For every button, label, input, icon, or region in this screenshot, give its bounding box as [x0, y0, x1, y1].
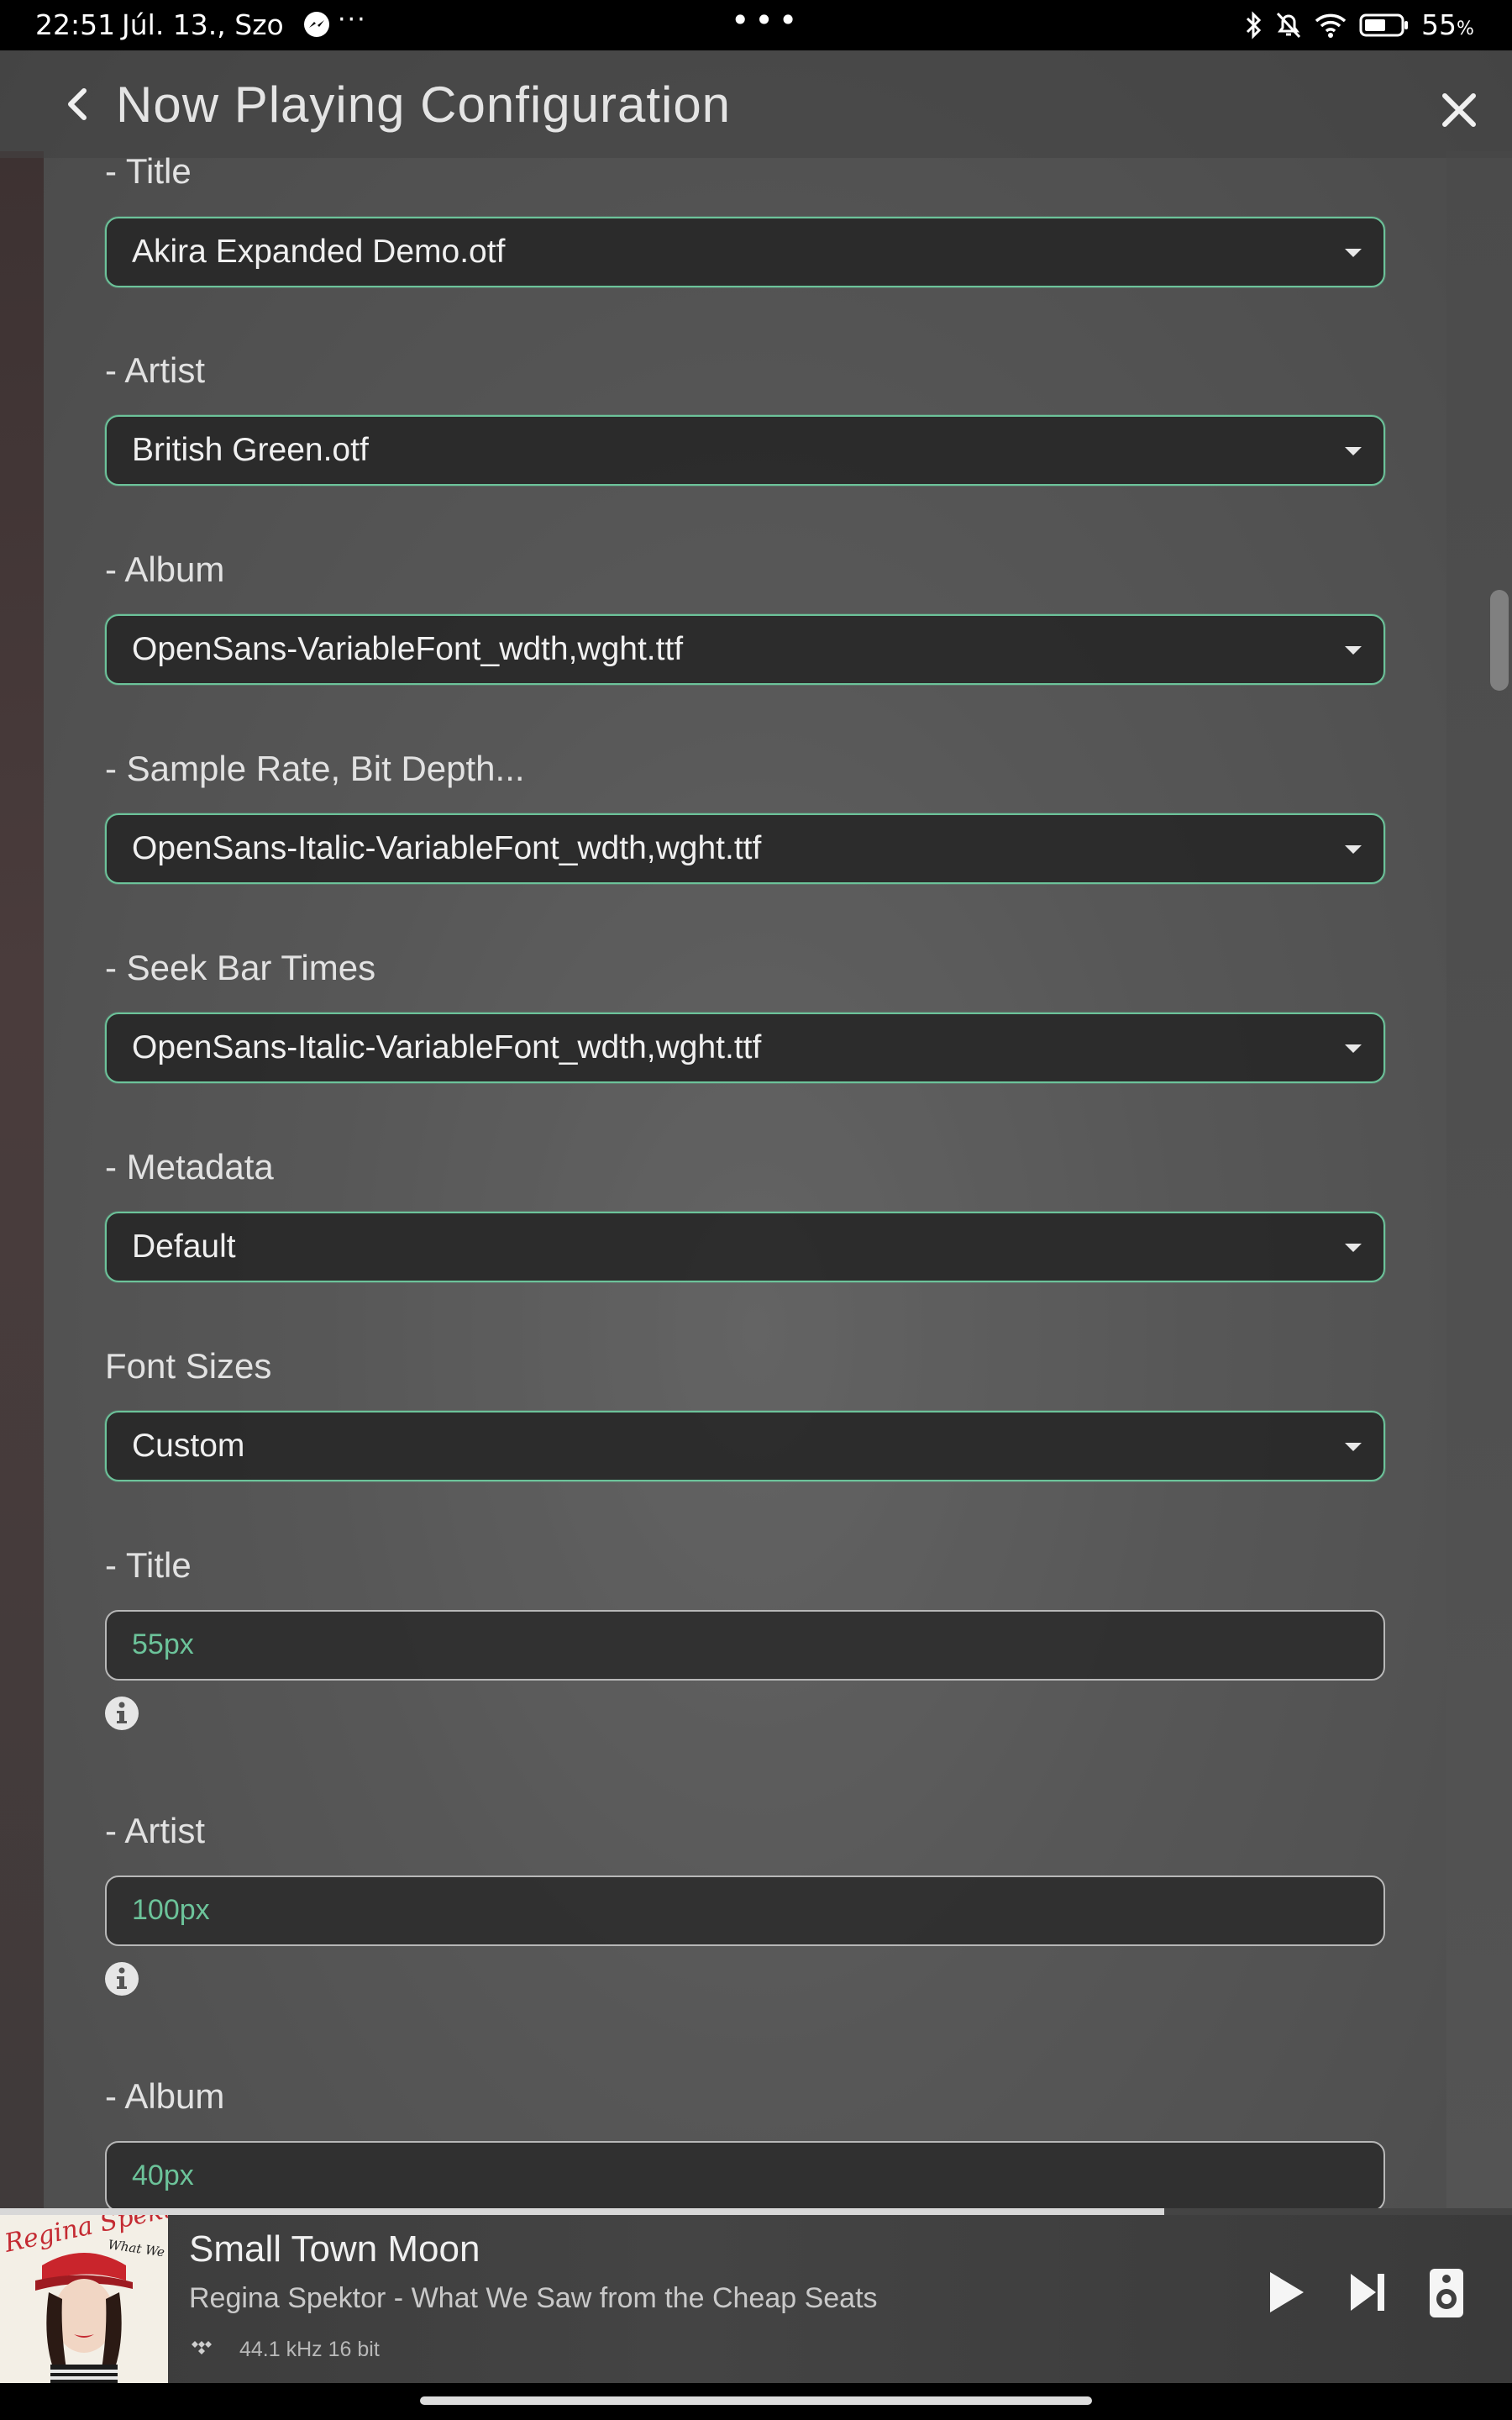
chevron-down-icon: [1345, 646, 1362, 655]
more-notifications-icon: ···: [338, 5, 367, 34]
artist-size-input[interactable]: 100px: [105, 1876, 1385, 1946]
album-size-label: - Album: [105, 2076, 225, 2116]
album-font-label: - Album: [105, 550, 225, 589]
close-icon[interactable]: [1438, 89, 1480, 131]
audio-quality: 44.1 kHz 16 bit: [239, 2338, 380, 2361]
artist-font-select[interactable]: British Green.otf: [105, 415, 1385, 486]
background-left-edge: [0, 151, 44, 2252]
input-value: 100px: [132, 1894, 210, 1926]
tidal-icon: [192, 2341, 212, 2354]
home-indicator[interactable]: [420, 2396, 1092, 2405]
playback-progress-bar[interactable]: [0, 2208, 1512, 2215]
multitasking-dots-icon[interactable]: •••: [731, 2, 802, 39]
select-value: OpenSans-VariableFont_wdth,wght.ttf: [132, 631, 684, 667]
input-value: 40px: [132, 2160, 194, 2191]
sample-rate-font-select[interactable]: OpenSans-Italic-VariableFont_wdth,wght.t…: [105, 813, 1385, 884]
gesture-nav-bar: [0, 2383, 1512, 2420]
speaker-icon[interactable]: [1421, 2265, 1472, 2319]
battery-percent: 55%: [1421, 8, 1474, 41]
status-bar: 22:51 Júl. 13., Szo ··· ••• 55%: [0, 0, 1512, 50]
album-font-select[interactable]: OpenSans-VariableFont_wdth,wght.ttf: [105, 614, 1385, 685]
font-sizes-label: Font Sizes: [105, 1346, 272, 1386]
font-sizes-select[interactable]: Custom: [105, 1411, 1385, 1481]
title-size-label: - Title: [105, 1545, 192, 1585]
chevron-down-icon: [1345, 1244, 1362, 1252]
title-font-label: - Title: [105, 151, 192, 191]
bell-muted-icon: [1276, 12, 1301, 39]
now-playing-bar[interactable]: Regina Spektor What We Saw from the Chea…: [0, 2215, 1512, 2383]
select-value: OpenSans-Italic-VariableFont_wdth,wght.t…: [132, 830, 762, 866]
select-value: OpenSans-Italic-VariableFont_wdth,wght.t…: [132, 1029, 762, 1065]
wifi-icon: [1315, 13, 1347, 38]
title-font-select[interactable]: Akira Expanded Demo.otf: [105, 217, 1385, 287]
album-art-image: Regina Spektor What We Saw from the Chea…: [0, 2215, 168, 2383]
bluetooth-icon: [1246, 11, 1262, 39]
system-icons: [1245, 10, 1410, 40]
dialog-header: Now Playing Configuration: [0, 50, 1512, 158]
background-right-edge: [1446, 151, 1512, 2252]
skip-next-icon[interactable]: [1342, 2265, 1393, 2319]
battery-icon: [1359, 13, 1408, 37]
chevron-down-icon: [1345, 1044, 1362, 1053]
song-title: Small Town Moon: [189, 2228, 480, 2270]
select-value: Custom: [132, 1428, 245, 1464]
vertical-scrollbar[interactable]: [1490, 590, 1509, 691]
page-title: Now Playing Configuration: [116, 76, 732, 133]
album-art[interactable]: Regina Spektor What We Saw from the Chea…: [0, 2215, 168, 2383]
back-chevron-icon[interactable]: [60, 86, 94, 123]
title-size-input[interactable]: 55px: [105, 1610, 1385, 1681]
artist-font-label: - Artist: [105, 350, 206, 390]
select-value: Akira Expanded Demo.otf: [132, 234, 506, 270]
chevron-down-icon: [1345, 1443, 1362, 1451]
artist-album: Regina Spektor - What We Saw from the Ch…: [189, 2282, 878, 2314]
album-size-input[interactable]: 40px: [105, 2141, 1385, 2212]
metadata-font-label: - Metadata: [105, 1147, 274, 1186]
info-icon[interactable]: [104, 1961, 139, 1996]
seek-bar-font-label: - Seek Bar Times: [105, 948, 376, 987]
messenger-icon: [304, 12, 329, 37]
input-value: 55px: [132, 1628, 194, 1660]
metadata-font-select[interactable]: Default: [105, 1212, 1385, 1282]
chevron-down-icon: [1345, 447, 1362, 455]
status-time: 22:51: [35, 8, 116, 41]
chevron-down-icon: [1345, 845, 1362, 854]
chevron-down-icon: [1345, 249, 1362, 257]
play-icon[interactable]: [1260, 2265, 1310, 2319]
sample-rate-font-label: - Sample Rate, Bit Depth...: [105, 749, 525, 788]
select-value: British Green.otf: [132, 432, 369, 468]
seek-bar-font-select[interactable]: OpenSans-Italic-VariableFont_wdth,wght.t…: [105, 1013, 1385, 1083]
select-value: Default: [132, 1228, 236, 1265]
info-icon[interactable]: [104, 1696, 139, 1731]
playback-progress-fill: [0, 2208, 1164, 2215]
status-date: Júl. 13., Szo: [122, 8, 284, 41]
artist-size-label: - Artist: [105, 1811, 206, 1850]
